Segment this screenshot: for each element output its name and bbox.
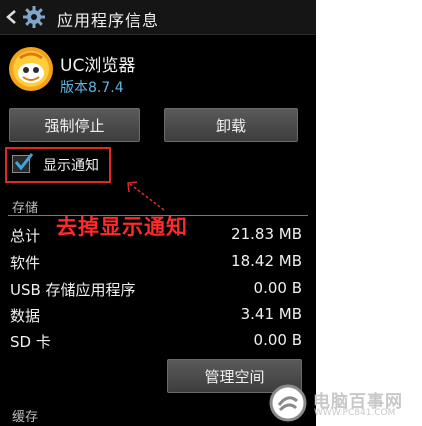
annotation-highlight-box <box>5 147 111 183</box>
storage-row-value: 3.41 MB <box>240 305 302 323</box>
storage-row-value: 0.00 B <box>253 331 302 349</box>
storage-row-label: 数据 <box>10 307 41 325</box>
storage-row-value: 18.42 MB <box>231 252 302 270</box>
storage-row-total: 总计 21.83 MB <box>0 225 316 249</box>
app-name: UC浏览器 <box>60 56 136 76</box>
storage-row-sd: SD 卡 0.00 B <box>0 331 316 355</box>
right-margin <box>316 0 422 426</box>
watermark-logo-icon <box>269 384 307 422</box>
gear-icon <box>23 6 45 28</box>
storage-row-app: 软件 18.42 MB <box>0 252 316 276</box>
storage-divider <box>8 215 308 216</box>
uc-browser-icon <box>9 47 53 91</box>
storage-row-label: SD 卡 <box>10 333 51 351</box>
force-stop-button[interactable]: 强制停止 <box>9 108 140 142</box>
app-info-screen: 应用程序信息 UC浏览器 版本8.7.4 强制停止 卸载 显示通知 去掉显示通知… <box>0 0 316 426</box>
storage-row-label: 总计 <box>10 227 41 245</box>
uninstall-button[interactable]: 卸载 <box>164 108 298 142</box>
storage-row-label: 软件 <box>10 254 41 272</box>
cache-header: 缓存 <box>12 410 39 425</box>
watermark: 电脑百事网 WWW.PC841.COM <box>268 383 418 423</box>
annotation-arrow-icon <box>127 181 165 211</box>
action-bar: 应用程序信息 <box>0 0 316 35</box>
storage-row-value: 21.83 MB <box>231 225 302 243</box>
app-version: 版本8.7.4 <box>60 80 124 96</box>
watermark-url: WWW.PC841.COM <box>314 408 396 418</box>
back-icon[interactable] <box>4 9 18 25</box>
storage-row-data: 数据 3.41 MB <box>0 305 316 329</box>
storage-row-label: USB 存储应用程序 <box>10 281 136 299</box>
storage-header: 存储 <box>12 201 39 216</box>
storage-row-usb: USB 存储应用程序 0.00 B <box>0 279 316 303</box>
storage-row-value: 0.00 B <box>253 279 302 297</box>
page-title: 应用程序信息 <box>57 11 160 30</box>
